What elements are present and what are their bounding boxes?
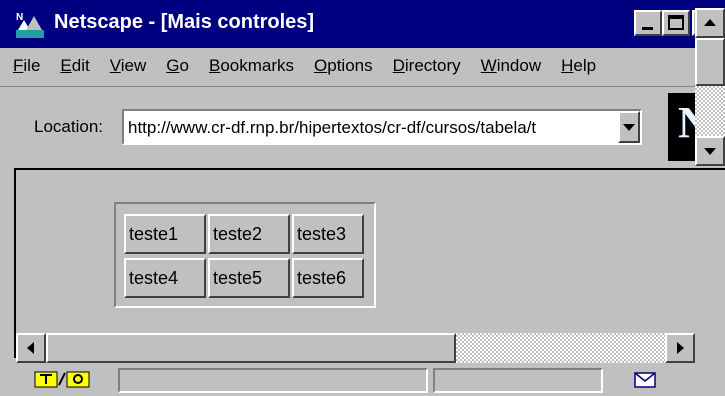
menu-go[interactable]: Go — [166, 56, 189, 76]
menu-view[interactable]: View — [110, 56, 147, 76]
arrow-up-icon — [704, 19, 716, 26]
status-bar — [0, 366, 725, 396]
chevron-down-icon — [623, 124, 635, 131]
table-cell: teste6 — [292, 258, 364, 298]
arrow-down-icon — [704, 148, 716, 155]
horizontal-scrollbar[interactable] — [16, 333, 695, 363]
location-url-field[interactable]: http://www.cr-df.rnp.br/hipertextos/cr-d… — [122, 109, 642, 145]
minimize-icon — [642, 27, 653, 30]
location-toolbar: Location: http://www.cr-df.rnp.br/hipert… — [0, 86, 725, 166]
table-cell: teste5 — [208, 258, 290, 298]
netscape-app-icon[interactable]: N — [14, 10, 46, 40]
vertical-scroll-track[interactable] — [695, 86, 725, 142]
svg-text:N: N — [16, 12, 23, 23]
menu-help[interactable]: Help — [561, 56, 596, 76]
scrollbar-corner — [695, 333, 725, 363]
security-key-icon[interactable] — [31, 369, 99, 391]
menu-window[interactable]: Window — [481, 56, 541, 76]
html-table: teste1 teste2 teste3 teste4 teste5 teste… — [114, 202, 376, 308]
menu-directory[interactable]: Directory — [393, 56, 461, 76]
scroll-down-button[interactable] — [695, 136, 725, 166]
status-progress-panel — [433, 368, 603, 393]
location-dropdown-button[interactable] — [618, 111, 640, 143]
arrow-left-icon — [27, 342, 34, 354]
horizontal-scroll-track[interactable] — [456, 333, 665, 363]
maximize-icon — [668, 15, 684, 30]
horizontal-scroll-thumb[interactable] — [46, 333, 456, 363]
menu-options[interactable]: Options — [314, 56, 373, 76]
table-cell: teste3 — [292, 214, 364, 254]
table-cell: teste1 — [124, 214, 206, 254]
scroll-left-button[interactable] — [16, 333, 46, 363]
menu-bookmarks[interactable]: Bookmarks — [209, 56, 294, 76]
window-title: Netscape - [Mais controles] — [54, 11, 315, 33]
scroll-right-button[interactable] — [665, 333, 695, 363]
minimize-button[interactable] — [634, 10, 662, 36]
table-cell: teste4 — [124, 258, 206, 298]
location-url-value[interactable]: http://www.cr-df.rnp.br/hipertextos/cr-d… — [128, 118, 616, 138]
status-message-panel — [118, 368, 428, 393]
vertical-scrollbar[interactable] — [695, 8, 725, 326]
menu-file[interactable]: File — [13, 56, 40, 76]
location-label: Location: — [34, 117, 103, 136]
table-cell: teste2 — [208, 214, 290, 254]
menu-bar: File Edit View Go Bookmarks Options Dire… — [0, 48, 725, 84]
title-bar[interactable]: N Netscape - [Mais controles] — [0, 0, 725, 48]
maximize-button[interactable] — [662, 10, 690, 36]
vertical-scroll-thumb[interactable] — [695, 38, 725, 86]
arrow-right-icon — [677, 342, 684, 354]
scroll-up-button[interactable] — [695, 8, 725, 38]
mail-envelope-icon[interactable] — [634, 372, 656, 388]
menu-edit[interactable]: Edit — [60, 56, 89, 76]
